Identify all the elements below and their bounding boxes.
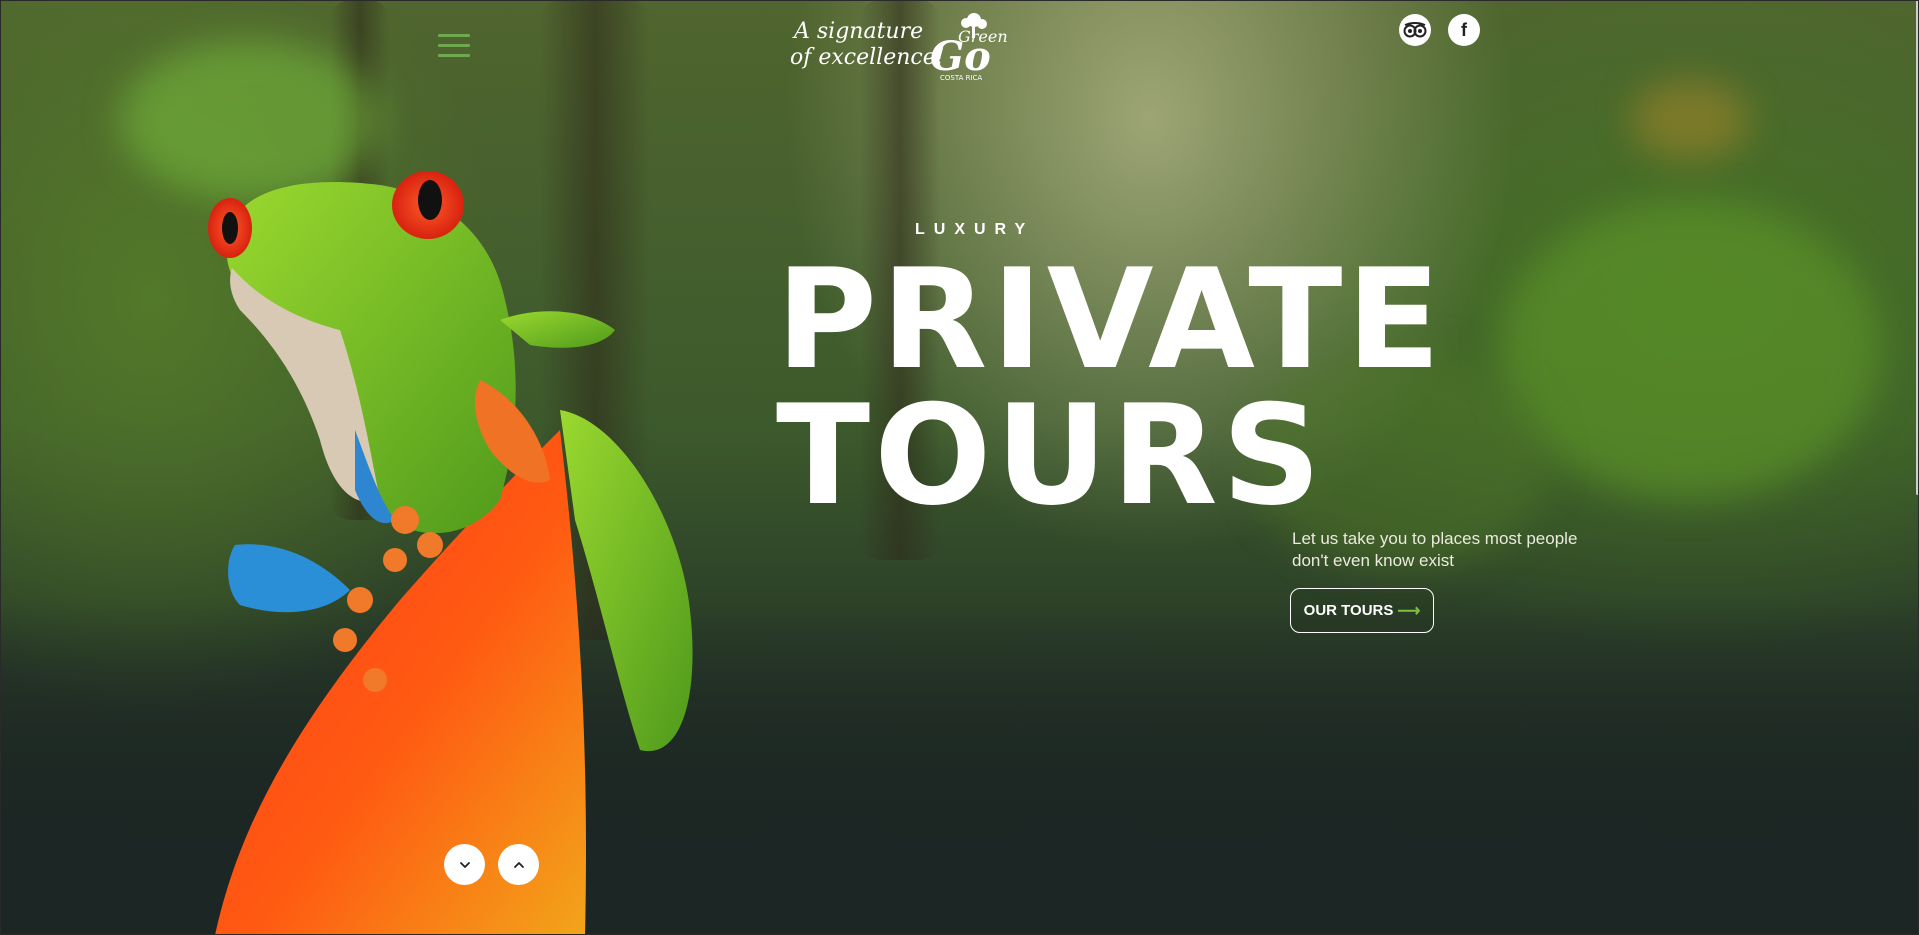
arrow-right-icon: ⟶	[1397, 602, 1421, 620]
frog-illustration	[208, 171, 693, 935]
green-go-logo[interactable]: A signature of excellence! Go Green COST…	[790, 10, 1020, 82]
slide-down-button[interactable]	[444, 844, 485, 885]
slide-up-button[interactable]	[498, 844, 539, 885]
menu-line	[438, 44, 470, 47]
logo-script-line1: A signature	[792, 19, 923, 44]
facebook-icon: f	[1461, 19, 1467, 40]
tripadvisor-icon	[1403, 22, 1427, 38]
logo-script-line2: of excellence!	[790, 45, 945, 70]
logo-brand-word: Green	[958, 27, 1008, 46]
foliage-decoration	[1500, 200, 1880, 500]
hero-kicker: LUXURY	[915, 221, 1035, 238]
hero-tagline: Let us take you to places most people do…	[1292, 529, 1578, 570]
facebook-button[interactable]: f	[1448, 14, 1480, 46]
hero-title: PRIVATE TOURS	[776, 239, 1536, 536]
foliage-decoration	[1630, 80, 1750, 160]
hamburger-menu-icon[interactable]	[438, 34, 470, 62]
logo-brand-location: COSTA RICA	[940, 74, 982, 82]
logo-graphic: A signature of excellence! Go Green COST…	[790, 13, 1008, 82]
chevron-down-icon	[459, 861, 470, 868]
our-tours-button[interactable]: OUR TOURS ⟶	[1290, 588, 1434, 633]
menu-line	[438, 54, 470, 57]
tripadvisor-button[interactable]	[1399, 14, 1431, 46]
menu-line	[438, 34, 470, 37]
chevron-up-icon	[513, 861, 524, 868]
our-tours-label: OUR TOURS	[1303, 602, 1394, 619]
hero-title-line1: PRIVATE	[776, 239, 1445, 400]
hero-title-line2: TOURS	[776, 375, 1326, 536]
